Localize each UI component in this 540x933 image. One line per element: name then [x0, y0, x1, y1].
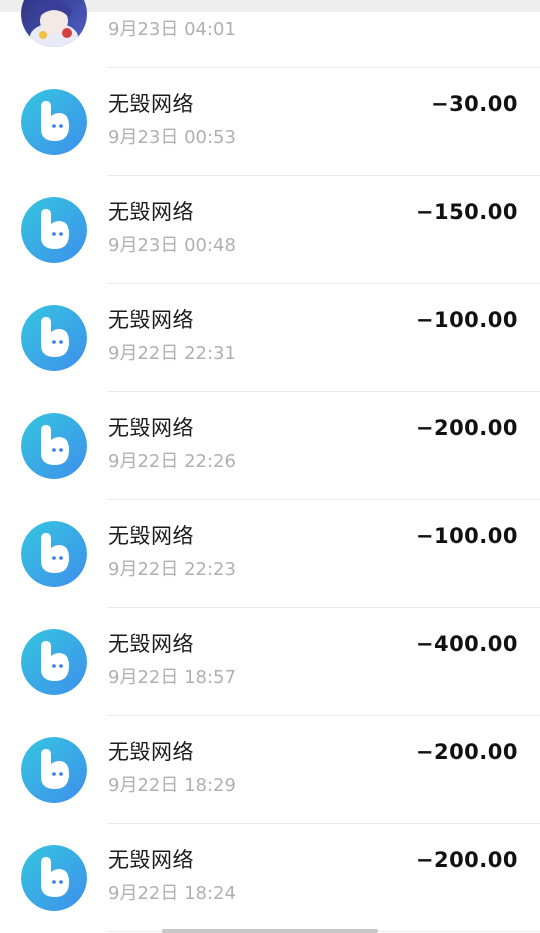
transaction-row[interactable]: 无毁网络 9月23日 00:53 −30.00 — [0, 68, 540, 176]
payee-name: 无毁网络 — [108, 848, 194, 872]
payee-name: 无毁网络 — [108, 92, 194, 116]
transaction-time: 9月22日 22:23 — [108, 559, 236, 580]
transaction-amount: −100.00 — [415, 308, 518, 332]
transaction-time: 9月22日 22:31 — [108, 343, 236, 364]
transaction-amount: −400.00 — [415, 632, 518, 656]
wuhui-network-logo-icon — [21, 521, 87, 587]
transaction-time: 9月22日 18:24 — [108, 883, 236, 904]
transaction-row[interactable]: 无毁网络 9月22日 18:29 −200.00 — [0, 716, 540, 824]
payee-name: 无毁网络 — [108, 524, 194, 548]
game-character-avatar-icon — [21, 0, 87, 47]
wuhui-network-logo-icon — [21, 305, 87, 371]
transaction-row[interactable]: 无毁网络 9月22日 18:57 −400.00 — [0, 608, 540, 716]
transaction-row[interactable]: 无毁网络 9月23日 00:48 −150.00 — [0, 176, 540, 284]
transaction-time: 9月22日 18:29 — [108, 775, 236, 796]
payee-name: 无毁网络 — [108, 740, 194, 764]
wuhui-network-logo-icon — [21, 845, 87, 911]
payee-name: 无毁网络 — [108, 632, 194, 656]
transaction-time: 9月23日 04:01 — [108, 19, 236, 40]
payee-name: 无毁网络 — [108, 200, 194, 224]
transaction-list[interactable]: 9月23日 04:01 无毁网络 9月23日 00:53 −30.00 无毁网络… — [0, 0, 540, 932]
transaction-amount: −100.00 — [415, 524, 518, 548]
home-indicator-bar[interactable] — [162, 929, 378, 933]
transaction-row[interactable]: 无毁网络 9月22日 22:31 −100.00 — [0, 284, 540, 392]
wuhui-network-logo-icon — [21, 737, 87, 803]
wuhui-network-logo-icon — [21, 197, 87, 263]
transaction-row[interactable]: 无毁网络 9月22日 22:26 −200.00 — [0, 392, 540, 500]
transaction-time: 9月22日 22:26 — [108, 451, 236, 472]
transaction-time: 9月22日 18:57 — [108, 667, 236, 688]
transaction-amount: −200.00 — [415, 740, 518, 764]
wuhui-network-logo-icon — [21, 89, 87, 155]
transaction-amount: −200.00 — [415, 848, 518, 872]
transaction-row[interactable]: 无毁网络 9月22日 18:24 −200.00 — [0, 824, 540, 932]
transaction-time: 9月23日 00:53 — [108, 127, 236, 148]
transaction-amount: −200.00 — [415, 416, 518, 440]
transaction-amount: −30.00 — [430, 92, 518, 116]
wuhui-network-logo-icon — [21, 413, 87, 479]
payee-name: 无毁网络 — [108, 308, 194, 332]
payee-name: 无毁网络 — [108, 416, 194, 440]
transaction-amount: −150.00 — [415, 200, 518, 224]
transaction-history-screen: 9月23日 04:01 无毁网络 9月23日 00:53 −30.00 无毁网络… — [0, 0, 540, 933]
transaction-row[interactable]: 无毁网络 9月22日 22:23 −100.00 — [0, 500, 540, 608]
wuhui-network-logo-icon — [21, 629, 87, 695]
transaction-time: 9月23日 00:48 — [108, 235, 236, 256]
transaction-row[interactable]: 9月23日 04:01 — [0, 0, 540, 68]
